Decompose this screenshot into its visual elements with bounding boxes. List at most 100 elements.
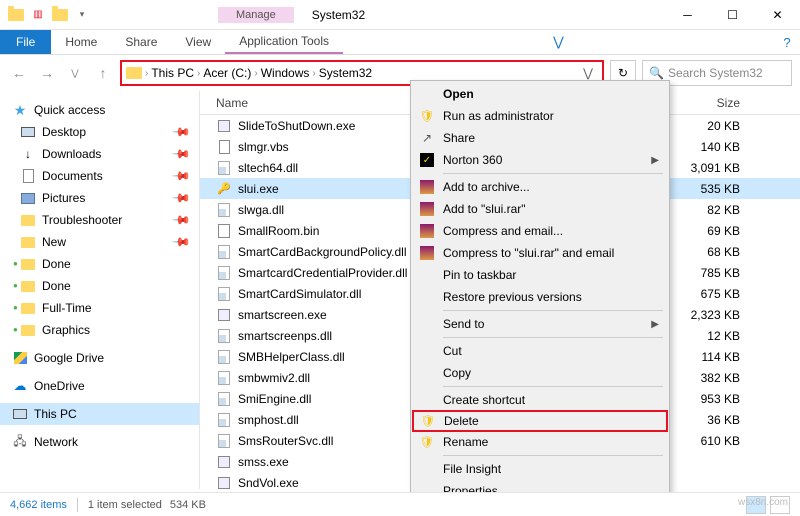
maximize-button[interactable]: ☐ xyxy=(710,0,755,30)
sidebar-quick-access[interactable]: ★ Quick access xyxy=(0,99,199,121)
sidebar-google-drive[interactable]: Google Drive xyxy=(0,347,199,369)
star-icon: ★ xyxy=(12,102,28,118)
sidebar-item[interactable]: Full-Time xyxy=(0,297,199,319)
file-name: SMBHelperClass.dll xyxy=(238,350,345,364)
properties-icon[interactable]: ▥ xyxy=(30,7,46,23)
menu-compress-email[interactable]: Compress and email... xyxy=(413,220,667,242)
folder-icon xyxy=(20,278,36,294)
sidebar-network[interactable]: 🖧 Network xyxy=(0,431,199,453)
file-icon xyxy=(216,454,232,470)
ribbon-tabs: File Home Share View Application Tools ⋁… xyxy=(0,30,800,55)
chevron-right-icon[interactable]: › xyxy=(145,68,148,79)
ribbon-expand-icon[interactable]: ⋁ xyxy=(546,30,572,54)
up-button[interactable]: ↑ xyxy=(92,62,114,84)
navigation-pane: ★ Quick access Desktop📌↓Downloads📌Docume… xyxy=(0,91,200,489)
sidebar-item[interactable]: Troubleshooter📌 xyxy=(0,209,199,231)
file-name: SmiEngine.dll xyxy=(238,392,311,406)
folder-icon xyxy=(20,124,36,140)
file-icon xyxy=(216,139,232,155)
menu-open[interactable]: Open xyxy=(413,83,667,105)
search-icon: 🔍 xyxy=(649,66,664,80)
file-name: smss.exe xyxy=(238,455,289,469)
help-icon[interactable]: ? xyxy=(774,30,800,54)
menu-create-shortcut[interactable]: Create shortcut xyxy=(413,389,667,411)
sidebar-item[interactable]: Pictures📌 xyxy=(0,187,199,209)
tab-share[interactable]: Share xyxy=(111,30,171,54)
share-icon: ↗ xyxy=(419,130,435,146)
breadcrumb-item[interactable]: System32 xyxy=(319,66,372,80)
breadcrumb-item[interactable]: Acer (C:) xyxy=(203,66,251,80)
back-button[interactable]: ← xyxy=(8,62,30,84)
tab-application-tools[interactable]: Application Tools xyxy=(225,30,343,54)
status-selection: 1 item selected xyxy=(88,499,162,511)
folder-icon: ↓ xyxy=(20,146,36,162)
sidebar-item-label: Quick access xyxy=(34,103,105,117)
recent-dropdown-icon[interactable]: ⋁ xyxy=(64,62,86,84)
cloud-icon: ☁ xyxy=(12,378,28,394)
window-title: System32 xyxy=(304,8,365,22)
sidebar-item[interactable]: Done xyxy=(0,275,199,297)
menu-norton[interactable]: ✓Norton 360▶ xyxy=(413,149,667,171)
close-button[interactable]: ✕ xyxy=(755,0,800,30)
sidebar-item[interactable]: Desktop📌 xyxy=(0,121,199,143)
file-icon xyxy=(216,433,232,449)
sidebar-item[interactable]: Done xyxy=(0,253,199,275)
file-name: sltech64.dll xyxy=(238,161,298,175)
sidebar-item-label: Google Drive xyxy=(34,351,104,365)
menu-rename[interactable]: 🛡Rename xyxy=(413,431,667,453)
chevron-down-icon[interactable]: ⋁ xyxy=(578,66,598,80)
shield-icon: 🛡 xyxy=(420,413,436,429)
chevron-right-icon[interactable]: › xyxy=(197,68,200,79)
sidebar-item[interactable]: ↓Downloads📌 xyxy=(0,143,199,165)
menu-send-to[interactable]: Send to▶ xyxy=(413,313,667,335)
file-name: SmsRouterSvc.dll xyxy=(238,434,333,448)
sidebar-item-label: Downloads xyxy=(42,147,101,161)
folder-icon xyxy=(126,67,142,79)
menu-pin-taskbar[interactable]: Pin to taskbar xyxy=(413,264,667,286)
tab-view[interactable]: View xyxy=(171,30,225,54)
sidebar-item[interactable]: Graphics xyxy=(0,319,199,341)
file-icon xyxy=(216,475,232,490)
file-icon xyxy=(216,391,232,407)
forward-button[interactable]: → xyxy=(36,62,58,84)
file-size: 953 KB xyxy=(660,392,760,406)
winrar-icon xyxy=(419,179,435,195)
sidebar-onedrive[interactable]: ☁ OneDrive xyxy=(0,375,199,397)
menu-restore-previous[interactable]: Restore previous versions xyxy=(413,286,667,308)
menu-delete[interactable]: 🛡Delete xyxy=(412,410,668,432)
menu-compress-rar-email[interactable]: Compress to "slui.rar" and email xyxy=(413,242,667,264)
minimize-button[interactable]: ─ xyxy=(665,0,710,30)
file-size: 140 KB xyxy=(660,140,760,154)
menu-copy[interactable]: Copy xyxy=(413,362,667,384)
file-icon xyxy=(216,265,232,281)
file-name: smartscreen.exe xyxy=(238,308,327,322)
menu-run-as-admin[interactable]: 🛡Run as administrator xyxy=(413,105,667,127)
sidebar-item[interactable]: Documents📌 xyxy=(0,165,199,187)
menu-separator xyxy=(443,310,663,311)
menu-cut[interactable]: Cut xyxy=(413,340,667,362)
context-menu: Open 🛡Run as administrator ↗Share ✓Norto… xyxy=(410,80,670,505)
menu-add-rar[interactable]: Add to "slui.rar" xyxy=(413,198,667,220)
sidebar-item[interactable]: New📌 xyxy=(0,231,199,253)
menu-add-archive[interactable]: Add to archive... xyxy=(413,176,667,198)
file-icon xyxy=(216,370,232,386)
new-folder-icon[interactable] xyxy=(52,7,68,23)
file-icon xyxy=(216,328,232,344)
column-header-size[interactable]: Size xyxy=(660,96,760,110)
file-size: 20 KB xyxy=(660,119,760,133)
menu-file-insight[interactable]: File Insight xyxy=(413,458,667,480)
file-name: SmartCardSimulator.dll xyxy=(238,287,361,301)
watermark: wsx8n.com xyxy=(738,497,788,508)
menu-separator xyxy=(443,173,663,174)
breadcrumb-item[interactable]: This PC xyxy=(151,66,194,80)
file-size: 382 KB xyxy=(660,371,760,385)
folder-icon xyxy=(20,234,36,250)
menu-share[interactable]: ↗Share xyxy=(413,127,667,149)
sidebar-this-pc[interactable]: This PC xyxy=(0,403,199,425)
chevron-right-icon[interactable]: › xyxy=(312,68,315,79)
breadcrumb-item[interactable]: Windows xyxy=(261,66,310,80)
qat-dropdown-icon[interactable]: ▾ xyxy=(74,7,90,23)
tab-home[interactable]: Home xyxy=(51,30,111,54)
chevron-right-icon[interactable]: › xyxy=(254,68,257,79)
tab-file[interactable]: File xyxy=(0,30,51,54)
